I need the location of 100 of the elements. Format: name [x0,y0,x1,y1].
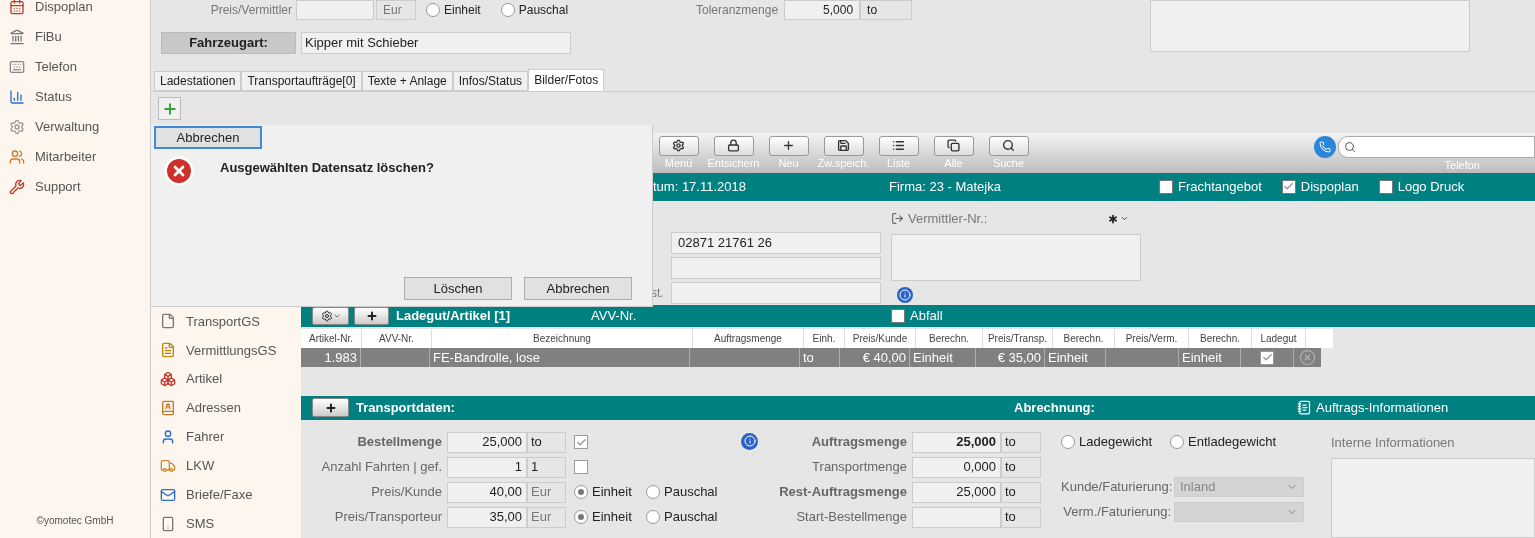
sidebar-item[interactable]: Telefon [35,57,77,77]
phone-number-field: 02871 21761 26 [671,231,881,254]
lock-icon [727,139,740,153]
price-field[interactable] [296,0,374,20]
radio-button[interactable] [500,3,515,17]
search-icon [1002,139,1015,153]
sidebar-item[interactable]: Support [35,177,81,197]
info-icon[interactable] [897,287,913,304]
checkbox-label: Abfall [910,307,943,326]
tab[interactable]: Bilder/Fotos [528,69,605,91]
unit-label: to [1001,481,1041,503]
field-label: Vermittler-Nr.: [908,209,988,228]
checkbox-label: Dispoplan [1300,178,1359,196]
radio-button[interactable] [574,510,588,524]
number-field: 1 [447,456,527,478]
sidebar-item[interactable]: Mitarbeiter [35,147,97,167]
field-label: Auftragsmenge [810,433,908,452]
unit-label: to [1001,506,1041,528]
radio-button[interactable] [1061,435,1075,449]
sidebar-item[interactable]: Dispoplan [35,0,93,17]
sidebar-item[interactable]: Adressen [186,398,241,418]
sidebar-item[interactable]: LKW [186,456,215,476]
number-field: 35,00 [447,506,527,528]
phone-icon[interactable] [1314,135,1336,158]
search-icon [1344,140,1356,153]
checkbox[interactable] [891,309,905,324]
column-header: Berechn. [916,328,983,348]
checkbox[interactable] [1281,179,1296,194]
sidebar-item[interactable]: Fahrer [186,427,225,447]
checkbox[interactable] [1378,179,1393,194]
cancel-button[interactable]: Abbrechen [154,126,262,149]
section-title: Ladegut/Artikel [1] [396,307,512,326]
column-header: Berechn. [1189,328,1252,348]
dialog-button[interactable]: Abbrechen [524,277,632,300]
sidebar-item[interactable]: SMS [186,513,215,534]
envelope-icon [160,486,176,503]
gear-icon [9,119,25,135]
radio-label: Einheit [592,483,632,502]
info-link[interactable]: Auftrags-Informationen [1297,397,1449,418]
checkbox[interactable] [1260,350,1274,365]
field-label: Rest-Auftragsmenge [778,483,908,502]
wrench-icon [9,179,25,195]
table-row[interactable]: 1.983 FE-Bandrolle, lose to € 40,00 Einheit € 35,00 Einheit Einheit [301,347,1321,368]
radio-button[interactable] [574,485,588,499]
document-icon [160,342,176,359]
field-label: Start-Bestellmenge [795,508,908,527]
add-button[interactable] [354,307,389,326]
field-label: Kunde/Faturierung: [1061,478,1174,497]
table-cell: € 40,00 [840,347,910,368]
search-field[interactable] [1338,135,1535,158]
unit-label: to [1001,431,1041,453]
unit-label: to [527,431,566,453]
radio-button[interactable] [646,485,660,499]
arrow-icon [891,212,904,226]
add-button[interactable] [312,398,349,418]
people-icon [9,149,25,165]
tab[interactable]: Infos/Status [452,71,529,91]
gear-icon [672,139,685,153]
blocks-icon [160,371,176,388]
sidebar-item[interactable]: Status [35,87,72,107]
tab[interactable]: Ladestationen [154,71,242,91]
radio-button[interactable] [426,3,440,17]
checkbox[interactable] [1159,179,1173,194]
save-icon [837,139,850,153]
sidebar-item[interactable]: TransportGS [186,311,260,332]
sidebar-item[interactable]: FiBu [35,27,62,47]
input-field[interactable] [671,256,881,279]
sidebar-item[interactable]: Briefe/Faxe [186,484,253,505]
sidebar-item[interactable]: Artikel [186,369,223,389]
radio-button[interactable] [1170,435,1184,449]
sidebar-item[interactable]: Verwaltung [35,117,100,137]
section-title: Transportdaten: [356,398,456,417]
bar-chart-icon [9,89,25,105]
dialog-message: Ausgewählten Datensatz löschen? [220,159,434,178]
field-label: Fahrzeugart: [161,32,296,54]
tab[interactable]: Transportaufträge[0] [241,71,362,91]
number-field: 0,000 [912,456,1001,478]
checkbox-label: Logo Druck [1397,178,1465,196]
gear-menu-button[interactable] [312,307,349,326]
unit-label: Eur [376,0,416,20]
table-cell: 1.983 [301,347,361,368]
input-field[interactable] [671,281,881,304]
tab[interactable]: Texte + Anlage [361,71,453,91]
info-icon[interactable] [741,432,758,450]
column-header [1306,328,1333,348]
radio-button[interactable] [646,510,660,524]
table-cell: € 35,00 [976,347,1045,368]
vehicle-type-field: Kipper mit Schieber [301,32,571,54]
checkbox[interactable] [574,460,588,474]
bank-icon [9,29,25,45]
unit-label: Eur [527,506,566,528]
sidebar-item[interactable]: VermittlungsGS [186,340,277,361]
phone-icon [160,515,176,532]
person-icon [160,428,176,445]
dialog-button[interactable]: Löschen [404,277,512,300]
calendar-icon [9,0,25,15]
delete-icon[interactable] [1299,349,1316,367]
radio-label: Pauschal [664,508,718,527]
keyboard-icon [9,59,25,75]
checkbox[interactable] [574,435,588,449]
